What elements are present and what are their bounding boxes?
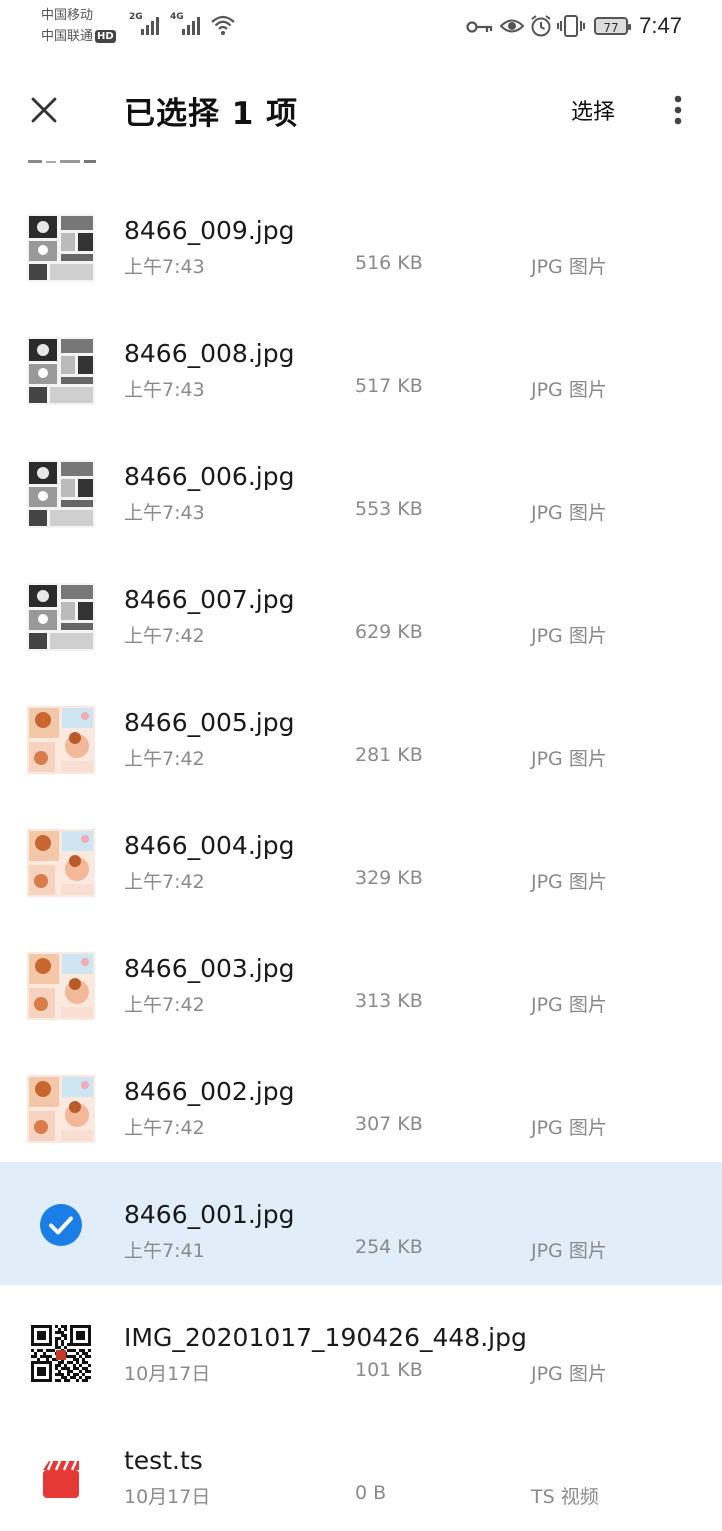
key-icon <box>466 21 493 33</box>
file-size: 0 B <box>355 1482 387 1504</box>
image-thumbnail-icon <box>27 829 95 897</box>
file-list-item[interactable]: 8466_004.jpg 上午7:42 329 KB JPG 图片 <box>0 793 722 916</box>
image-thumbnail-icon <box>27 706 95 774</box>
file-size: 516 KB <box>355 252 423 274</box>
file-date: 上午7:42 <box>124 994 205 1016</box>
file-size: 553 KB <box>355 498 423 520</box>
image-thumbnail-icon <box>27 583 95 651</box>
file-type: JPG 图片 <box>531 1363 607 1385</box>
file-list-item[interactable]: 8466_006.jpg 上午7:43 553 KB JPG 图片 <box>0 424 722 547</box>
battery-icon: 77 <box>594 17 631 35</box>
file-type: JPG 图片 <box>531 256 607 278</box>
file-name: 8466_003.jpg <box>124 954 295 983</box>
eye-icon <box>500 19 524 33</box>
status-bar: 中国移动 中国联通 HD 2G 4G 77 7:47 <box>0 0 722 56</box>
file-date: 上午7:43 <box>124 379 205 401</box>
alarm-icon <box>531 15 551 37</box>
file-size: 254 KB <box>355 1236 423 1258</box>
file-size: 307 KB <box>355 1113 423 1135</box>
carrier-2: 中国联通 HD <box>41 29 116 45</box>
battery-level: 77 <box>603 21 619 35</box>
file-size: 313 KB <box>355 990 423 1012</box>
file-list-item[interactable]: 8466_001.jpg 上午7:41 254 KB JPG 图片 <box>0 1162 722 1285</box>
file-type: JPG 图片 <box>531 1240 607 1262</box>
file-list-item[interactable]: 8466_003.jpg 上午7:42 313 KB JPG 图片 <box>0 916 722 1039</box>
file-name: 8466_005.jpg <box>124 708 295 737</box>
file-date: 上午7:42 <box>124 871 205 893</box>
select-button[interactable]: 选择 <box>571 94 615 126</box>
image-thumbnail-icon <box>27 1075 95 1143</box>
file-size: 329 KB <box>355 867 423 889</box>
file-name: IMG_20201017_190426_448.jpg <box>124 1323 527 1352</box>
file-type: JPG 图片 <box>531 502 607 524</box>
image-thumbnail-icon <box>27 952 95 1020</box>
qr-code-thumbnail-icon <box>27 1321 95 1389</box>
page-title: 已选择 1 项 <box>124 96 299 132</box>
file-size: 101 KB <box>355 1359 423 1381</box>
file-list-item[interactable]: 8466_007.jpg 上午7:42 629 KB JPG 图片 <box>0 547 722 670</box>
file-list-item[interactable]: 8466_009.jpg 上午7:43 516 KB JPG 图片 <box>0 178 722 301</box>
signal-1-icon <box>141 17 159 35</box>
file-date: 上午7:43 <box>124 256 205 278</box>
file-list-item[interactable]: 8466_005.jpg 上午7:42 281 KB JPG 图片 <box>0 670 722 793</box>
file-type: JPG 图片 <box>531 625 607 647</box>
file-date: 10月17日 <box>124 1486 211 1508</box>
file-type: JPG 图片 <box>531 748 607 770</box>
file-name: 8466_007.jpg <box>124 585 295 614</box>
file-name: 8466_008.jpg <box>124 339 295 368</box>
more-options-icon[interactable] <box>664 92 692 128</box>
file-type: JPG 图片 <box>531 871 607 893</box>
selected-check-icon[interactable] <box>39 1203 83 1247</box>
image-thumbnail-icon <box>27 214 95 282</box>
image-thumbnail-icon <box>27 337 95 405</box>
file-list-item[interactable]: IMG_20201017_190426_448.jpg 10月17日 101 K… <box>0 1285 722 1408</box>
file-size: 629 KB <box>355 621 423 643</box>
file-date: 上午7:41 <box>124 1240 205 1262</box>
list-item-partial-thumbnail <box>28 160 96 163</box>
vibrate-icon <box>557 15 585 37</box>
close-icon[interactable] <box>26 92 62 128</box>
carrier-1: 中国移动 <box>41 8 94 23</box>
file-type: JPG 图片 <box>531 1117 607 1139</box>
file-date: 上午7:43 <box>124 502 205 524</box>
file-size: 517 KB <box>355 375 423 397</box>
image-thumbnail-icon <box>27 460 95 528</box>
file-name: 8466_001.jpg <box>124 1200 295 1229</box>
file-name: 8466_006.jpg <box>124 462 295 491</box>
file-list-item[interactable]: test.ts 10月17日 0 B TS 视频 <box>0 1408 722 1531</box>
file-type: JPG 图片 <box>531 379 607 401</box>
file-list-item[interactable]: 8466_008.jpg 上午7:43 517 KB JPG 图片 <box>0 301 722 424</box>
file-list-item[interactable]: 8466_002.jpg 上午7:42 307 KB JPG 图片 <box>0 1039 722 1162</box>
file-type: JPG 图片 <box>531 994 607 1016</box>
hd-badge: HD <box>95 30 116 43</box>
file-name: 8466_009.jpg <box>124 216 295 245</box>
file-date: 10月17日 <box>124 1363 211 1385</box>
file-date: 上午7:42 <box>124 748 205 770</box>
file-type: TS 视频 <box>531 1486 599 1508</box>
file-size: 281 KB <box>355 744 423 766</box>
signal-2-icon <box>182 17 200 35</box>
file-name: test.ts <box>124 1446 203 1475</box>
video-file-icon <box>43 1460 79 1498</box>
status-clock: 7:47 <box>639 13 682 38</box>
app-bar: 已选择 1 项 选择 <box>0 70 722 150</box>
wifi-icon <box>211 15 235 35</box>
file-date: 上午7:42 <box>124 625 205 647</box>
carrier-2-label: 中国联通 <box>41 29 94 44</box>
file-name: 8466_004.jpg <box>124 831 295 860</box>
file-name: 8466_002.jpg <box>124 1077 295 1106</box>
file-date: 上午7:42 <box>124 1117 205 1139</box>
